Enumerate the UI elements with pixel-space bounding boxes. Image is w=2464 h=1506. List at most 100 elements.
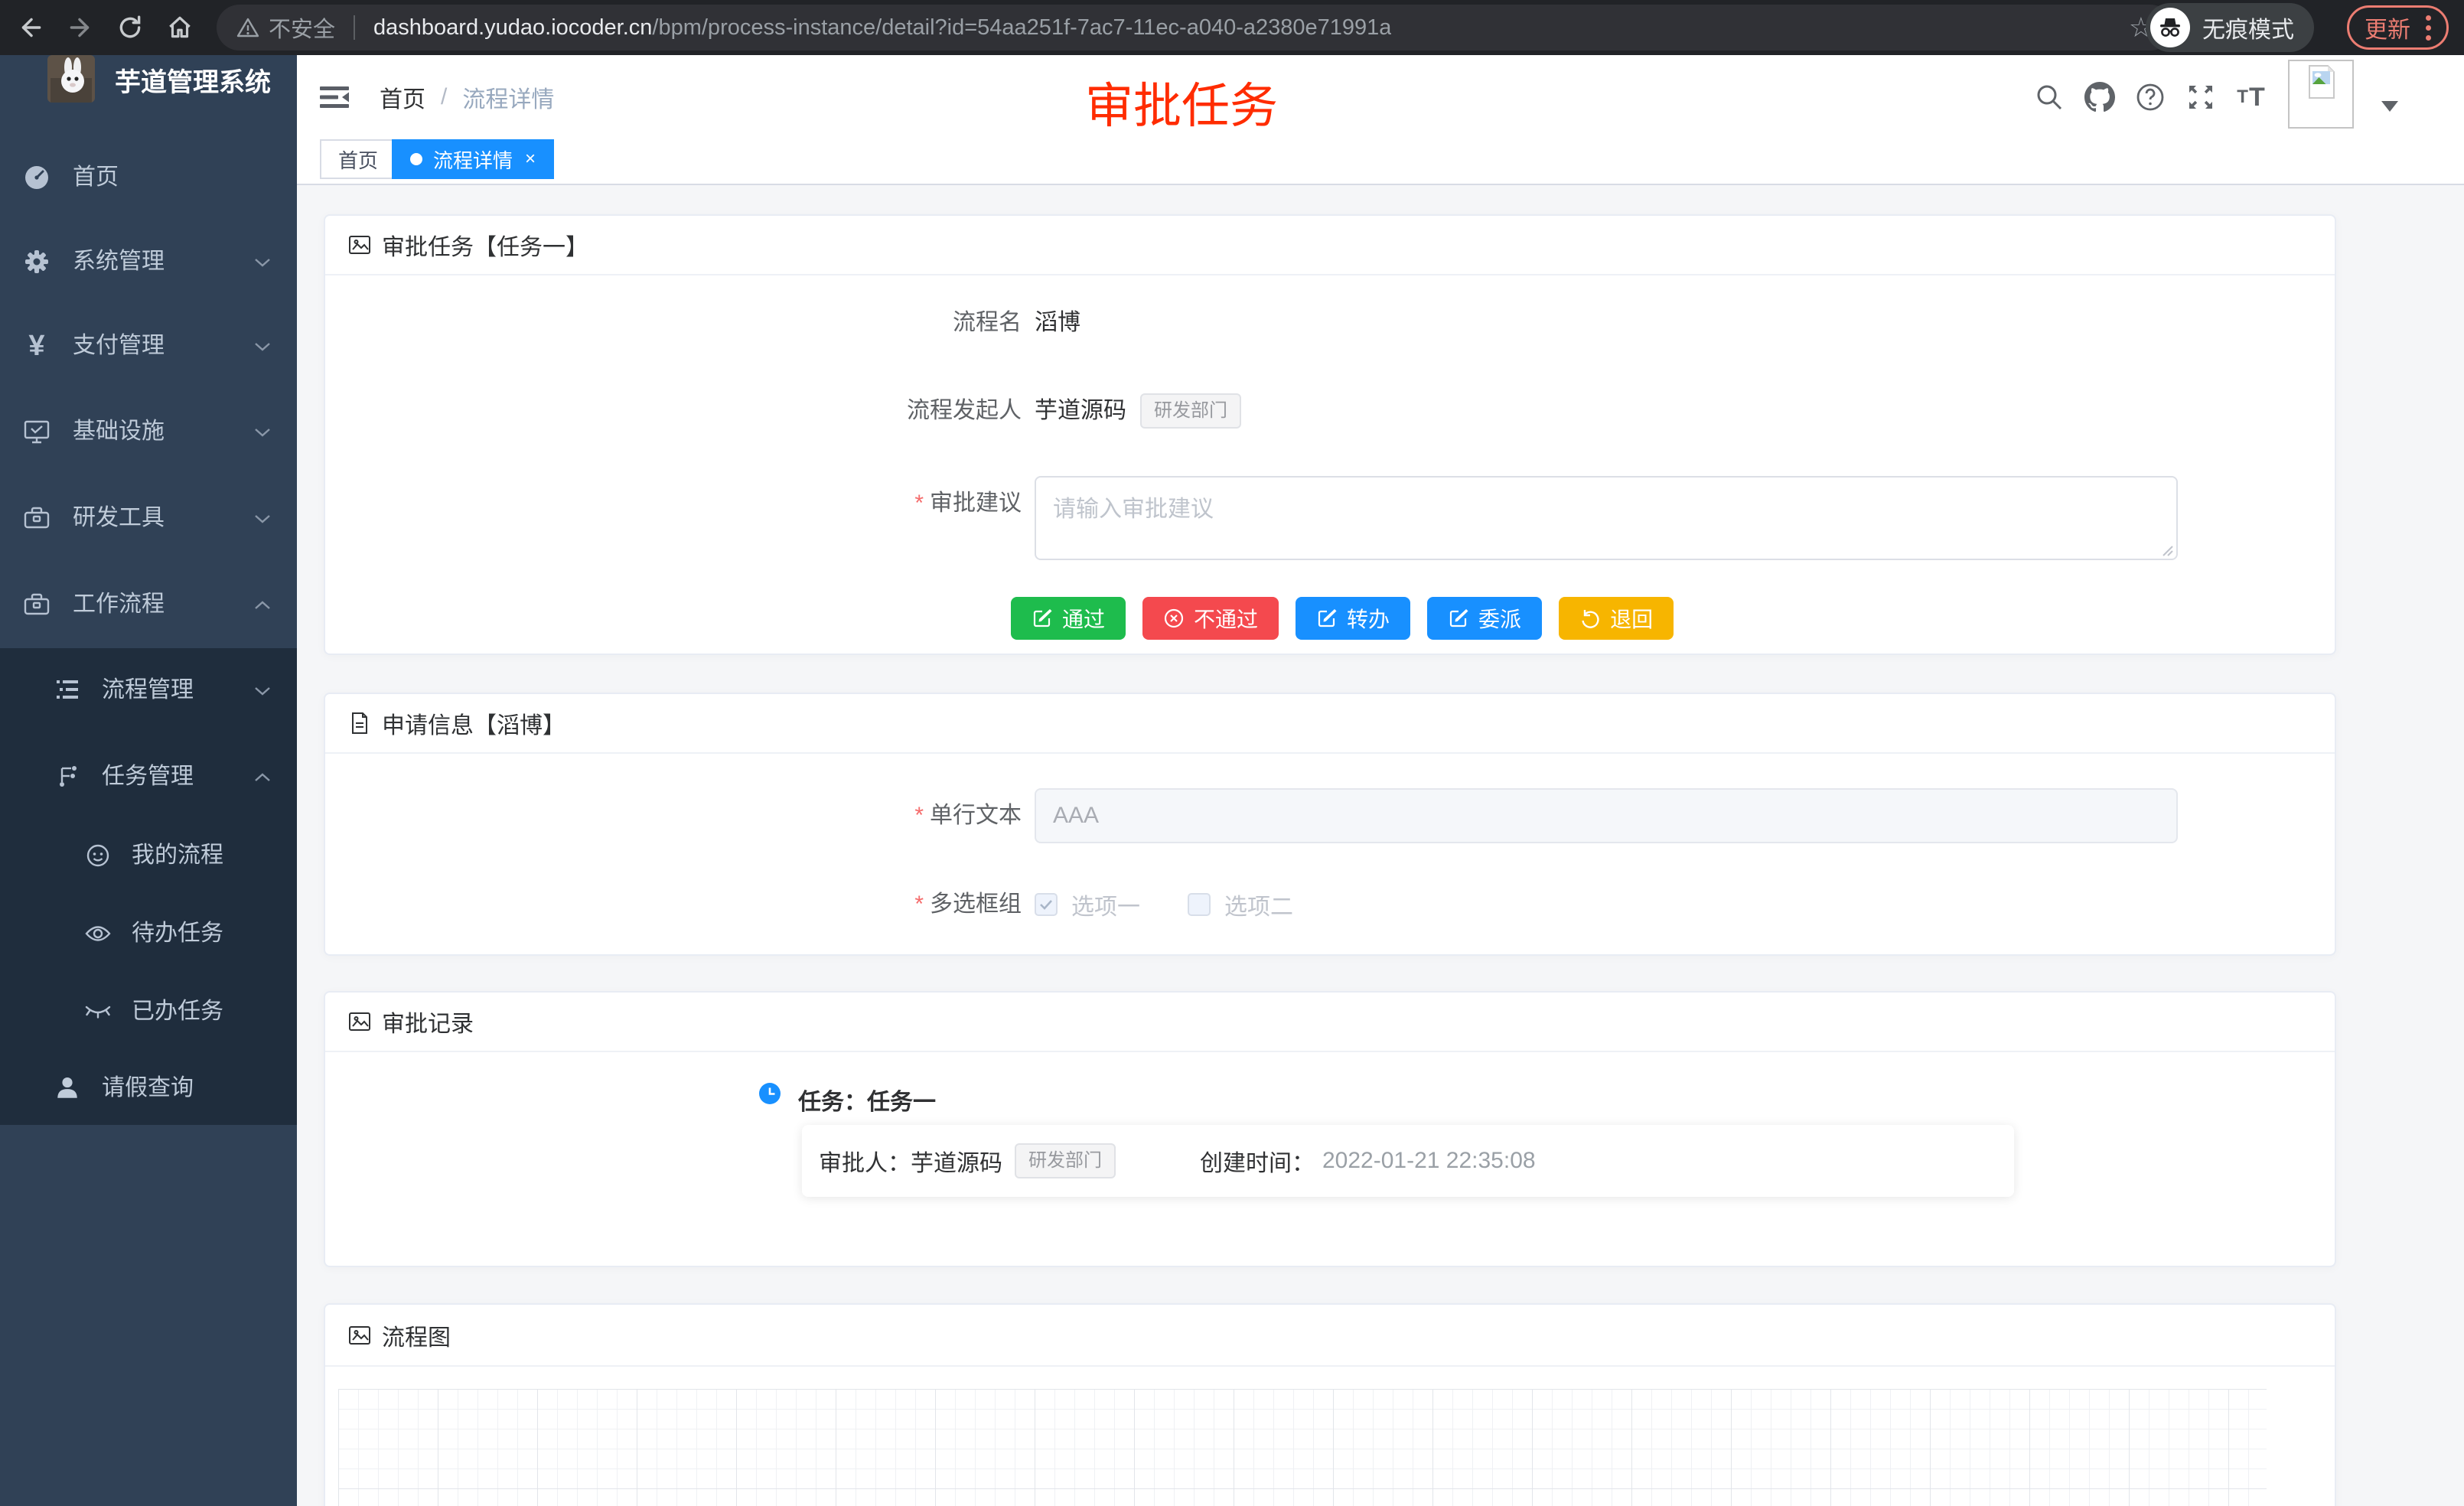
monitor-icon [21, 390, 52, 474]
reload-icon[interactable] [109, 0, 152, 55]
sidebar-item-label: 我的流程 [132, 813, 223, 898]
sidebar-item-infrastructure[interactable]: 基础设施 [0, 390, 297, 474]
home-icon[interactable] [158, 0, 201, 55]
sidebar-item-workflow[interactable]: 工作流程 [0, 562, 297, 647]
sidebar-item-label: 支付管理 [73, 304, 165, 388]
back-icon[interactable] [9, 0, 52, 55]
card-header: 审批任务【任务一】 [325, 216, 2335, 275]
sidebar-item-label: 研发工具 [73, 476, 165, 560]
resize-handle[interactable] [2160, 543, 2174, 557]
card-title: 流程图 [382, 1319, 451, 1352]
logo-image[interactable] [47, 55, 95, 103]
breadcrumb-separator: / [441, 84, 447, 110]
chevron-down-icon [254, 686, 271, 696]
chevron-down-icon [254, 342, 271, 351]
security-label: 不安全 [269, 11, 335, 44]
sidebar-item-label: 工作流程 [73, 562, 165, 647]
sidebar-item-home[interactable]: 首页 [0, 135, 297, 220]
eye-open-icon [83, 892, 113, 976]
sidebar-item-devtools[interactable]: 研发工具 [0, 476, 297, 560]
initiator-name: 芋道源码 [1035, 383, 1126, 438]
picture-icon [348, 233, 371, 256]
sidebar-item-process-mgmt[interactable]: 流程管理 [0, 648, 297, 732]
return-label: 退回 [1610, 603, 1653, 634]
forward-icon[interactable] [59, 0, 102, 55]
broken-image-icon [2303, 64, 2339, 99]
card-title: 审批记录 [382, 1005, 474, 1038]
approve-label: 通过 [1062, 603, 1105, 634]
sidebar-item-label: 首页 [73, 135, 119, 220]
transfer-button[interactable]: 转办 [1296, 597, 1410, 640]
fullscreen-icon[interactable] [2179, 55, 2222, 139]
checkbox-checked-icon[interactable] [1035, 893, 1058, 916]
close-icon[interactable]: × [525, 150, 536, 168]
edit-icon [1316, 608, 1338, 629]
url-domain: dashboard.yudao.iocoder.cn [373, 15, 652, 41]
checkbox-unchecked-icon[interactable] [1188, 893, 1211, 916]
single-text-input[interactable] [1035, 788, 2178, 843]
undo-icon [1579, 608, 1601, 629]
hamburger-icon[interactable] [320, 84, 350, 110]
create-time-label: 创建时间： [1200, 1144, 1315, 1178]
approve-button[interactable]: 通过 [1011, 597, 1126, 640]
checkbox-group-label: *多选框组 [325, 880, 1022, 929]
breadcrumb: 首页 / 流程详情 [380, 55, 554, 139]
caret-down-icon[interactable] [2381, 101, 2398, 112]
robot-icon [83, 813, 113, 898]
initiator-value: 芋道源码 研发部门 [1035, 383, 1241, 438]
delegate-label: 委派 [1478, 603, 1521, 634]
sidebar-item-label: 待办任务 [132, 892, 223, 976]
active-dot-icon [410, 153, 422, 165]
annotation-text: 审批任务 [1085, 67, 1278, 137]
help-icon[interactable] [2129, 55, 2172, 139]
sidebar-item-leave-query[interactable]: 请假查询 [0, 1046, 297, 1130]
delegate-button[interactable]: 委派 [1427, 597, 1542, 640]
chevron-up-icon [254, 773, 271, 782]
tab-label: 流程详情 [433, 145, 513, 174]
dept-tag: 研发部门 [1140, 393, 1241, 429]
sidebar-item-label: 系统管理 [73, 220, 165, 304]
timeline-task-title: 任务：任务一 [798, 1083, 936, 1116]
reject-button[interactable]: 不通过 [1142, 597, 1279, 640]
sidebar-item-system[interactable]: 系统管理 [0, 220, 297, 304]
browser-menu-icon[interactable] [2426, 15, 2431, 41]
sidebar-item-done-tasks[interactable]: 已办任务 [0, 970, 297, 1054]
approval-task-card: 审批任务【任务一】 流程名 滔博 流程发起人 芋道源码 研发部门 *审批建议 通… [324, 214, 2336, 655]
url-bar[interactable]: 不安全 dashboard.yudao.iocoder.cn/bpm/proce… [217, 5, 2173, 51]
sidebar-item-label: 流程管理 [102, 648, 194, 732]
record-item: 审批人： 芋道源码 研发部门 创建时间： 2022-01-21 22:35:08 [802, 1125, 2014, 1197]
warning-triangle-icon [236, 17, 259, 38]
sidebar-item-task-mgmt[interactable]: 任务管理 [0, 735, 297, 819]
sidebar-item-payment[interactable]: ¥ 支付管理 [0, 304, 297, 388]
tab-process-detail[interactable]: 流程详情 × [392, 139, 554, 179]
search-icon[interactable] [2028, 55, 2071, 139]
process-name-value: 滔博 [1035, 295, 1080, 350]
bpmn-canvas[interactable] [338, 1389, 2267, 1506]
breadcrumb-home[interactable]: 首页 [380, 80, 425, 114]
create-time-value: 2022-01-21 22:35:08 [1322, 1148, 1536, 1174]
toolbox-icon [21, 476, 52, 560]
suggestion-label-text: 审批建议 [930, 491, 1022, 516]
avatar[interactable] [2288, 60, 2354, 129]
card-header: 流程图 [325, 1305, 2335, 1367]
return-button[interactable]: 退回 [1559, 597, 1674, 640]
approver-label: 审批人： [819, 1144, 911, 1178]
font-size-icon[interactable]: TT [2230, 55, 2273, 139]
required-asterisk: * [914, 803, 924, 828]
suggestion-textarea[interactable] [1035, 476, 2178, 560]
incognito-badge: 无痕模式 [2146, 3, 2314, 52]
sidebar-item-my-process[interactable]: 我的流程 [0, 813, 297, 898]
checkbox-group: 选项一 选项二 [1035, 880, 1341, 929]
url-path: /bpm/process-instance/detail?id=54aa251f… [652, 15, 1391, 41]
process-name-label: 流程名 [325, 295, 1022, 350]
approval-record-card: 审批记录 任务：任务一 审批人： 芋道源码 研发部门 创建时间： 2022-01… [324, 991, 2336, 1267]
screen: 不安全 dashboard.yudao.iocoder.cn/bpm/proce… [0, 0, 2464, 1506]
sidebar-item-todo-tasks[interactable]: 待办任务 [0, 892, 297, 976]
update-button[interactable]: 更新 [2347, 5, 2449, 50]
single-text-label: *单行文本 [325, 788, 1022, 843]
approver-value: 芋道源码 [911, 1144, 1002, 1178]
app-title[interactable]: 芋道管理系统 [115, 61, 271, 99]
github-icon[interactable] [2078, 55, 2121, 139]
tab-home[interactable]: 首页 [320, 139, 396, 179]
checkbox-label: 选项二 [1224, 888, 1293, 921]
